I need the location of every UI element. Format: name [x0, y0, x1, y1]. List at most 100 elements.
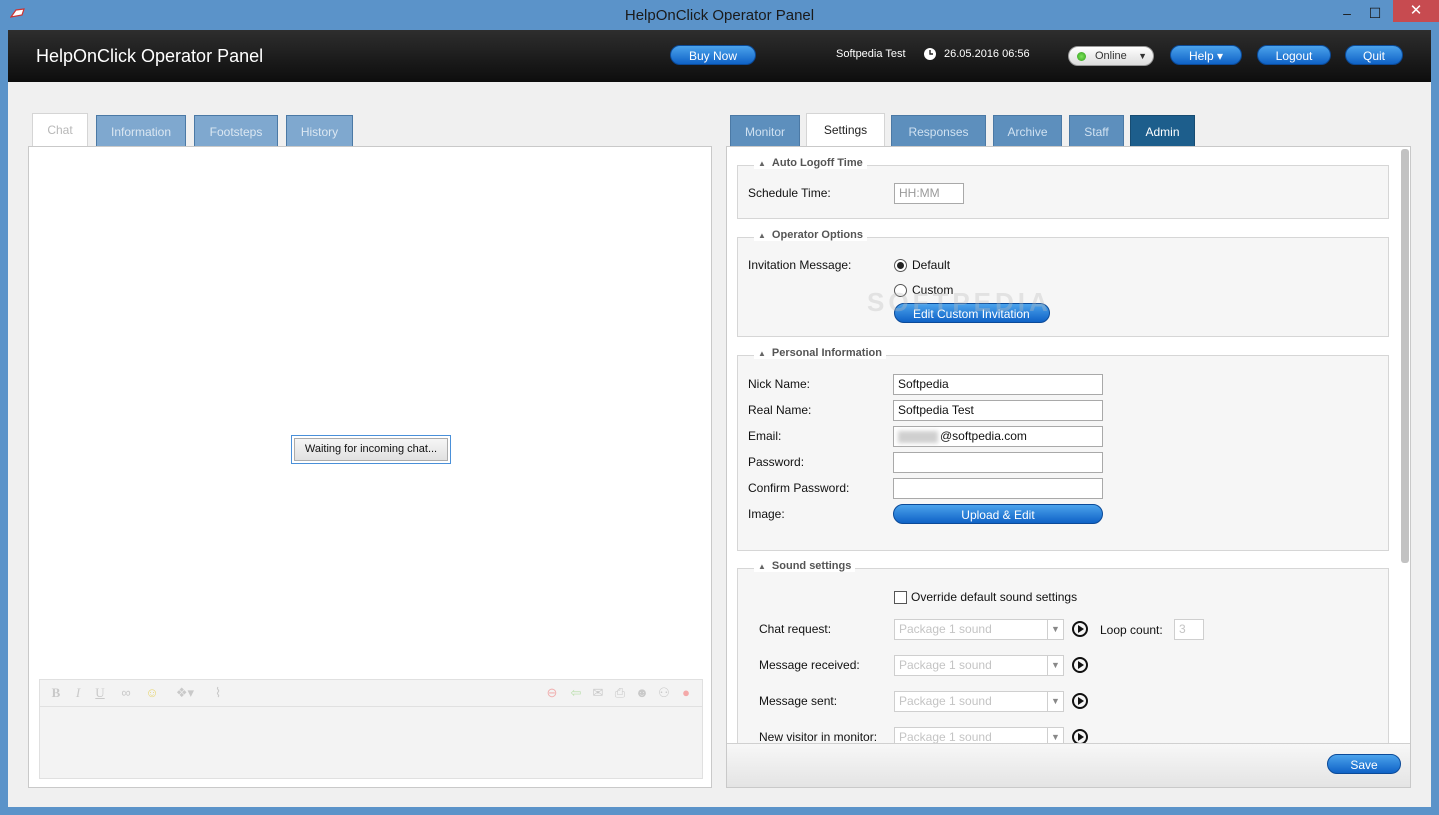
message-sent-label: Message sent:	[759, 694, 838, 708]
tab-responses[interactable]: Responses	[891, 115, 986, 147]
logout-button[interactable]: Logout	[1257, 45, 1331, 65]
print-icon[interactable]: ⎙	[612, 685, 628, 701]
app-header: HelpOnClick Operator Panel Buy Now Softp…	[8, 30, 1431, 82]
status-select[interactable]: Online ▼	[1068, 46, 1154, 66]
window-titlebar: HelpOnClick Operator Panel – ☐ ✕	[0, 0, 1439, 30]
quit-button[interactable]: Quit	[1345, 45, 1403, 65]
chat-request-select[interactable]: Package 1 sound ▼	[894, 619, 1064, 640]
personal-information-legend[interactable]: ▲ Personal Information	[754, 347, 886, 359]
password-label: Password:	[748, 455, 805, 469]
settings-panel: ▲ Auto Logoff Time Schedule Time: HH:MM ▲…	[726, 146, 1411, 788]
play-message-sent-icon[interactable]	[1072, 693, 1088, 709]
waiting-label: Waiting for incoming chat...	[294, 438, 448, 461]
save-button[interactable]: Save	[1327, 754, 1401, 774]
loop-count-input[interactable]: 3	[1174, 619, 1204, 640]
collapse-icon: ▲	[758, 159, 766, 168]
settings-footer: Save	[727, 743, 1410, 787]
override-sound-label: Override default sound settings	[911, 590, 1078, 604]
chat-request-label: Chat request:	[759, 622, 832, 636]
link-icon[interactable]: ∞	[118, 685, 134, 701]
confirm-password-label: Confirm Password:	[748, 481, 850, 495]
email-label: Email:	[748, 429, 782, 443]
collapse-icon: ▲	[758, 231, 766, 240]
online-status-icon	[1077, 52, 1086, 61]
collapse-icon: ▲	[758, 349, 766, 358]
bold-icon[interactable]: B	[48, 685, 64, 701]
minimize-button[interactable]: –	[1333, 2, 1361, 24]
tab-chat[interactable]: Chat	[32, 113, 88, 147]
tab-footsteps[interactable]: Footsteps	[194, 115, 278, 147]
sound-settings-legend[interactable]: ▲ Sound settings	[754, 560, 856, 572]
override-sound-checkbox[interactable]	[894, 591, 907, 604]
chat-panel: Waiting for incoming chat... B I U ∞ ☺ ❖…	[28, 146, 712, 788]
smiley-icon[interactable]: ☺	[144, 685, 160, 701]
end-chat-icon[interactable]: ●	[678, 685, 694, 701]
tab-archive[interactable]: Archive	[993, 115, 1062, 147]
email-domain: @softpedia.com	[940, 429, 1027, 443]
new-visitor-label: New visitor in monitor:	[759, 730, 878, 743]
upload-edit-button[interactable]: Upload & Edit	[893, 504, 1103, 524]
transfer-icon[interactable]: ⇦	[568, 685, 584, 701]
chevron-down-icon: ▼	[1138, 51, 1147, 61]
nick-name-label: Nick Name:	[748, 377, 811, 391]
password-input[interactable]	[893, 452, 1103, 473]
operator-options-section: ▲ Operator Options Invitation Message: De…	[737, 229, 1389, 337]
real-name-label: Real Name:	[748, 403, 812, 417]
invitation-label: Invitation Message:	[748, 258, 852, 272]
message-received-select[interactable]: Package 1 sound ▼	[894, 655, 1064, 676]
tab-staff[interactable]: Staff	[1069, 115, 1124, 147]
tab-monitor[interactable]: Monitor	[730, 115, 800, 147]
schedule-label: Schedule Time:	[748, 186, 831, 200]
sound-settings-section: ▲ Sound settings Override default sound s…	[737, 560, 1389, 743]
close-button[interactable]: ✕	[1393, 0, 1439, 22]
play-new-visitor-icon[interactable]	[1072, 729, 1088, 743]
message-sent-select[interactable]: Package 1 sound ▼	[894, 691, 1064, 712]
tab-history[interactable]: History	[286, 115, 353, 147]
chevron-down-icon: ▼	[1047, 620, 1063, 639]
waiting-indicator: Waiting for incoming chat...	[291, 435, 451, 464]
chevron-down-icon: ▼	[1047, 656, 1063, 675]
buy-now-button[interactable]: Buy Now	[670, 45, 756, 65]
tab-admin[interactable]: Admin	[1130, 115, 1195, 147]
window-title: HelpOnClick Operator Panel	[624, 7, 815, 24]
redacted-email	[898, 430, 938, 443]
real-name-input[interactable]: Softpedia Test	[893, 400, 1103, 421]
operator-options-legend[interactable]: ▲ Operator Options	[754, 229, 867, 241]
play-chat-request-icon[interactable]	[1072, 621, 1088, 637]
auto-logoff-section: ▲ Auto Logoff Time Schedule Time: HH:MM	[737, 157, 1389, 219]
watermark: SOFTPEDIA	[867, 287, 1052, 317]
invite-icon[interactable]: ⚇	[656, 685, 672, 701]
settings-scroll-area: ▲ Auto Logoff Time Schedule Time: HH:MM ▲…	[727, 147, 1399, 743]
confirm-password-input[interactable]	[893, 478, 1103, 499]
email-icon[interactable]: ✉	[590, 685, 606, 701]
play-message-received-icon[interactable]	[1072, 657, 1088, 673]
chevron-down-icon: ▼	[1047, 692, 1063, 711]
default-label: Default	[912, 258, 951, 272]
nick-name-input[interactable]: Softpedia	[893, 374, 1103, 395]
message-received-label: Message received:	[759, 658, 860, 672]
app-title: HelpOnClick Operator Panel	[36, 46, 264, 66]
message-input[interactable]	[39, 707, 703, 779]
new-visitor-select[interactable]: Package 1 sound ▼	[894, 727, 1064, 743]
block-icon[interactable]: ⊖	[544, 685, 560, 701]
maximize-button[interactable]: ☐	[1361, 2, 1389, 24]
attachment-icon[interactable]: ⌇	[210, 685, 226, 701]
auto-logoff-legend[interactable]: ▲ Auto Logoff Time	[754, 157, 867, 169]
stamp-icon[interactable]: ❖▾	[170, 685, 200, 701]
settings-scrollbar[interactable]	[1401, 149, 1409, 563]
chevron-down-icon: ▼	[1047, 728, 1063, 743]
email-input[interactable]: @softpedia.com	[893, 426, 1103, 447]
schedule-time-input[interactable]: HH:MM	[894, 183, 964, 204]
italic-icon[interactable]: I	[70, 685, 86, 701]
editor-toolbar: B I U ∞ ☺ ❖▾ ⌇ ⊖ ⇦ ✉ ⎙ ☻ ⚇ ●	[39, 679, 703, 707]
datetime: 26.05.2016 06:56	[944, 48, 1030, 60]
user-icon[interactable]: ☻	[634, 685, 650, 701]
clock-icon	[923, 47, 937, 61]
tab-information[interactable]: Information	[96, 115, 186, 147]
help-button[interactable]: Help ▾	[1170, 45, 1242, 65]
default-radio[interactable]	[894, 259, 907, 272]
image-label: Image:	[748, 507, 785, 521]
tab-settings[interactable]: Settings	[806, 113, 885, 147]
user-name: Softpedia Test	[836, 48, 906, 60]
underline-icon[interactable]: U	[92, 685, 108, 701]
